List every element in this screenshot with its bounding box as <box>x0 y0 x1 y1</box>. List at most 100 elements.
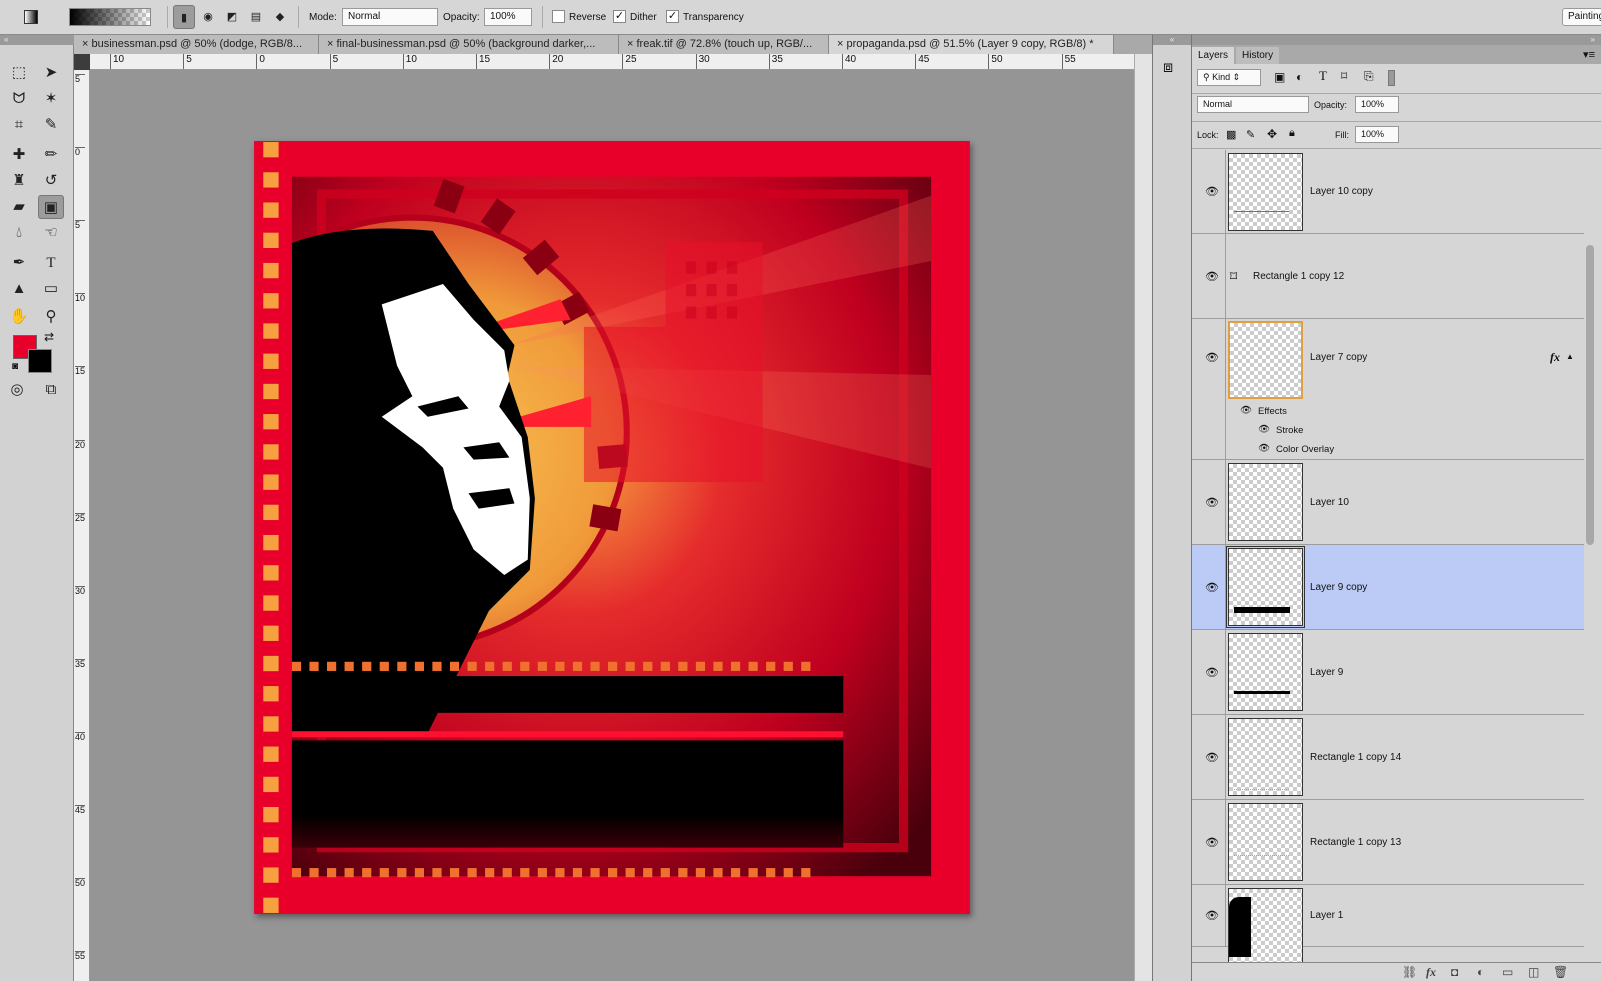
add-style-icon[interactable]: fx <box>1426 965 1436 980</box>
effect-eye-icon[interactable]: 👁︎ <box>1258 424 1270 435</box>
visibility-eye-icon[interactable]: 👁︎ <box>1204 270 1220 283</box>
layer-row[interactable]: 👁︎ Layer 10 <box>1192 460 1584 545</box>
layer-name[interactable]: Rectangle 1 copy 13 <box>1310 837 1401 848</box>
tab-businessman[interactable]: × businessman.psd @ 50% (dodge, RGB/8... <box>74 35 319 54</box>
tab-layers[interactable]: Layers <box>1192 47 1235 64</box>
layer-thumbnail[interactable] <box>1228 888 1303 962</box>
canvas-scrollbar[interactable] <box>1134 54 1152 981</box>
blur-tool-icon[interactable]: 💧︎ <box>6 221 32 245</box>
hand-tool-icon[interactable]: ✋ <box>6 305 32 329</box>
effect-eye-icon[interactable]: 👁︎ <box>1258 443 1270 454</box>
mode-select[interactable]: Normal <box>342 8 438 26</box>
layer-name[interactable]: Layer 10 <box>1310 497 1349 508</box>
dodge-tool-icon[interactable]: ☜ <box>38 221 64 245</box>
visibility-eye-icon[interactable]: 👁︎ <box>1204 909 1220 922</box>
layer-row[interactable]: 👁︎ Rectangle 1 copy 13 <box>1192 800 1584 885</box>
layer-name[interactable]: Layer 7 copy <box>1310 352 1367 363</box>
layers-scrollbar[interactable] <box>1586 245 1594 545</box>
filter-kind-select[interactable]: ⚲ Kind ⇕ <box>1197 69 1261 86</box>
visibility-eye-icon[interactable]: 👁︎ <box>1204 185 1220 198</box>
angle-gradient-button[interactable]: ◩ <box>221 5 243 29</box>
smart-object-filter-icon[interactable]: ⎘ <box>1364 69 1374 84</box>
shape-filter-icon[interactable]: ⌑ <box>1341 69 1347 83</box>
diamond-gradient-button[interactable]: ◆ <box>269 5 291 29</box>
clone-stamp-tool-icon[interactable]: ♜ <box>6 169 32 193</box>
fill-input[interactable]: 100% <box>1355 126 1399 143</box>
crop-tool-icon[interactable]: ⌗ <box>6 113 32 137</box>
layer-name[interactable]: Layer 10 copy <box>1310 186 1373 197</box>
effects-eye-icon[interactable]: 👁︎ <box>1240 405 1252 416</box>
path-selection-tool-icon[interactable]: ▲ <box>6 277 32 301</box>
reverse-checkbox[interactable] <box>552 10 565 23</box>
radial-gradient-button[interactable]: ◉ <box>197 5 219 29</box>
close-icon[interactable]: × <box>627 38 633 50</box>
filter-toggle[interactable] <box>1388 70 1395 86</box>
layer-name[interactable]: Layer 1 <box>1310 910 1343 921</box>
type-tool-icon[interactable]: T <box>38 251 64 275</box>
workspace-switcher[interactable]: Painting <box>1562 8 1601 26</box>
swap-colors-icon[interactable]: ⇄ <box>44 330 54 344</box>
tab-propaganda[interactable]: × propaganda.psd @ 51.5% (Layer 9 copy, … <box>829 35 1114 54</box>
healing-brush-tool-icon[interactable]: ✚ <box>6 143 32 167</box>
eraser-tool-icon[interactable]: ▰ <box>6 195 32 219</box>
linear-gradient-button[interactable]: ▮ <box>173 5 195 29</box>
new-layer-icon[interactable]: ◫ <box>1528 965 1539 979</box>
visibility-eye-icon[interactable]: 👁︎ <box>1204 836 1220 849</box>
layer-name[interactable]: Rectangle 1 copy 14 <box>1310 752 1401 763</box>
close-icon[interactable]: × <box>82 38 88 50</box>
layer-thumbnail[interactable] <box>1228 463 1303 541</box>
type-filter-icon[interactable]: T <box>1319 68 1327 84</box>
add-mask-icon[interactable]: ◘ <box>1451 965 1458 979</box>
layer-thumbnail[interactable] <box>1228 633 1303 711</box>
lock-position-icon[interactable]: ✥ <box>1267 127 1277 141</box>
layer-row[interactable]: 👁︎ Layer 1 <box>1192 885 1584 962</box>
tab-final-businessman[interactable]: × final-businessman.psd @ 50% (backgroun… <box>319 35 619 54</box>
quick-mask-icon[interactable]: ◎ <box>4 378 30 402</box>
effect-item[interactable]: Stroke <box>1276 425 1303 436</box>
expand-effects-icon[interactable]: ▲ <box>1566 352 1574 361</box>
layer-thumbnail[interactable] <box>1228 803 1303 881</box>
zoom-tool-icon[interactable]: ⚲ <box>38 305 64 329</box>
gradient-tool-icon[interactable]: ▣ <box>38 195 64 219</box>
adjustment-filter-icon[interactable]: ◐ <box>1296 70 1303 84</box>
background-color-swatch[interactable] <box>28 349 52 373</box>
layer-name[interactable]: Rectangle 1 copy 12 <box>1253 271 1344 282</box>
magic-wand-tool-icon[interactable]: ✶ <box>38 87 64 111</box>
visibility-eye-icon[interactable]: 👁︎ <box>1204 351 1220 364</box>
visibility-eye-icon[interactable]: 👁︎ <box>1204 496 1220 509</box>
reflected-gradient-button[interactable]: ▤ <box>245 5 267 29</box>
layer-thumbnail[interactable] <box>1226 546 1305 628</box>
layer-row[interactable]: 👁︎ Rectangle 1 copy 14 <box>1192 715 1584 800</box>
layer-thumbnail[interactable] <box>1228 321 1303 399</box>
gradient-picker[interactable] <box>69 8 151 26</box>
dither-checkbox[interactable]: ✓ <box>613 10 626 23</box>
layer-effects-icon[interactable]: fx <box>1550 350 1560 365</box>
screen-mode-icon[interactable]: ⧉ <box>38 378 64 402</box>
collapse-tools-icon[interactable]: « <box>0 35 74 45</box>
new-group-icon[interactable]: ▭ <box>1502 965 1513 979</box>
layer-row[interactable]: 👁︎ Layer 10 copy <box>1192 150 1584 234</box>
tab-history[interactable]: History <box>1236 47 1280 64</box>
layer-thumbnail[interactable] <box>1228 718 1303 796</box>
layer-row[interactable]: 👁︎ Layer 9 copy <box>1192 545 1584 630</box>
tab-freak[interactable]: × freak.tif @ 72.8% (touch up, RGB/... <box>619 35 829 54</box>
pen-tool-icon[interactable]: ✒ <box>6 251 32 275</box>
marquee-tool-icon[interactable]: ⬚ <box>6 61 32 85</box>
opacity-input[interactable]: 100% <box>484 8 532 26</box>
layer-row[interactable]: 👁︎ ⌑ Rectangle 1 copy 12 <box>1192 234 1584 319</box>
gradient-tool-preset-icon[interactable] <box>24 10 38 24</box>
panel-menu-icon[interactable]: ▾≡ <box>1583 48 1595 61</box>
brush-tool-icon[interactable]: ✏ <box>38 143 64 167</box>
effect-item[interactable]: Color Overlay <box>1276 444 1334 455</box>
visibility-eye-icon[interactable]: 👁︎ <box>1204 666 1220 679</box>
eyedropper-tool-icon[interactable]: ✎ <box>38 113 64 137</box>
canvas-area[interactable] <box>90 70 1134 981</box>
rectangle-tool-icon[interactable]: ▭ <box>38 277 64 301</box>
lock-all-icon[interactable]: 🔒︎ <box>1289 127 1295 140</box>
delete-layer-icon[interactable]: 🗑︎ <box>1553 965 1568 979</box>
blend-mode-select[interactable]: Normal <box>1197 96 1309 113</box>
lasso-tool-icon[interactable]: ᗢ <box>6 87 32 111</box>
transparency-checkbox[interactable]: ✓ <box>666 10 679 23</box>
pixel-filter-icon[interactable]: ▣ <box>1274 70 1285 84</box>
layer-opacity-input[interactable]: 100% <box>1355 96 1399 113</box>
